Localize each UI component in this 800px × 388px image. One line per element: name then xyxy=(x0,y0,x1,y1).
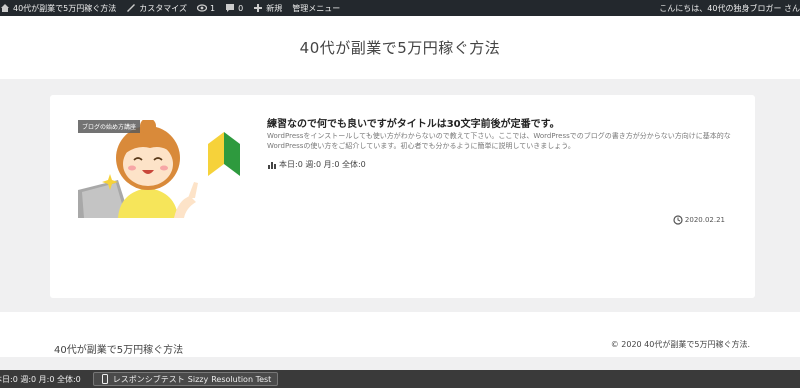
site-title[interactable]: 40代が副業で5万円稼ぐ方法 xyxy=(300,37,501,58)
mobile-icon xyxy=(100,374,110,384)
home-icon xyxy=(0,3,10,13)
post-view-stats: 本日:0 週:0 月:0 全体:0 xyxy=(267,159,366,170)
admin-bar-comments[interactable]: 0 xyxy=(220,0,248,16)
plus-icon xyxy=(253,3,263,13)
copyright-text: © 2020 40代が副業で5万円稼ぐ方法. xyxy=(610,340,750,349)
post-title[interactable]: 練習なので何でも良いですがタイトルは30文字前後が定番です。 xyxy=(267,115,560,130)
comments-count: 0 xyxy=(238,3,244,13)
post-card[interactable]: ブログの始め方講座 練習なので何でも良いですがタイトルは30文字前後が定番です。… xyxy=(50,95,755,298)
comment-icon xyxy=(225,3,235,13)
clock-icon xyxy=(673,215,683,225)
bottom-stats-text: 本日:0 週:0 月:0 全体:0 xyxy=(0,374,81,384)
footer-site-title[interactable]: 40代が副業で5万円稼ぐ方法 xyxy=(54,341,183,356)
post-thumbnail[interactable]: ブログの始め方講座 xyxy=(78,120,256,218)
resolution-test-label: Resolution Test xyxy=(211,374,272,384)
admin-bar-admin-menu[interactable]: 管理メニュー xyxy=(287,0,345,16)
admin-bar-new[interactable]: 新規 xyxy=(248,0,287,16)
bar-chart-icon xyxy=(267,160,277,170)
customize-label: カスタマイズ xyxy=(139,3,188,13)
admin-menu-label: 管理メニュー xyxy=(292,3,341,13)
post-date-text: 2020.02.21 xyxy=(684,216,725,224)
post-date: 2020.02.21 xyxy=(673,215,725,225)
brush-icon xyxy=(126,3,136,13)
greeting-text: こんにちは、40代の独身ブロガー さん xyxy=(659,3,800,13)
responsive-test-label: レスポンシブテスト xyxy=(112,374,185,384)
admin-bar-views[interactable]: 1 xyxy=(192,0,220,16)
responsive-test-button[interactable]: レスポンシブテスト Sizzy Resolution Test xyxy=(92,372,279,386)
admin-bar-site-name: 40代が副業で5万円稼ぐ方法 xyxy=(13,3,117,13)
views-count: 1 xyxy=(210,3,216,13)
admin-bar: 40代が副業で5万円稼ぐ方法 カスタマイズ 1 0 新規 管理メニュー こんにち… xyxy=(0,0,800,16)
post-excerpt: WordPressをインストールしても使い方がわからないので教えて下さい。ここで… xyxy=(267,132,731,150)
category-badge[interactable]: ブログの始め方講座 xyxy=(78,120,141,133)
beginner-blogger-illustration xyxy=(78,120,240,218)
bottom-toolbar: 本日:0 週:0 月:0 全体:0 レスポンシブテスト Sizzy Resolu… xyxy=(0,370,800,388)
eye-icon xyxy=(197,3,208,13)
sizzy-label: Sizzy xyxy=(187,374,209,384)
new-label: 新規 xyxy=(266,3,283,13)
admin-bar-customize[interactable]: カスタマイズ xyxy=(121,0,192,16)
admin-bar-greeting[interactable]: こんにちは、40代の独身ブロガー さん xyxy=(654,0,800,16)
view-stats-text: 本日:0 週:0 月:0 全体:0 xyxy=(279,160,366,169)
admin-bar-site-link[interactable]: 40代が副業で5万円稼ぐ方法 xyxy=(0,0,121,16)
site-header: 40代が副業で5万円稼ぐ方法 xyxy=(0,16,800,79)
site-footer: 40代が副業で5万円稼ぐ方法 © 2020 40代が副業で5万円稼ぐ方法. xyxy=(0,312,800,357)
